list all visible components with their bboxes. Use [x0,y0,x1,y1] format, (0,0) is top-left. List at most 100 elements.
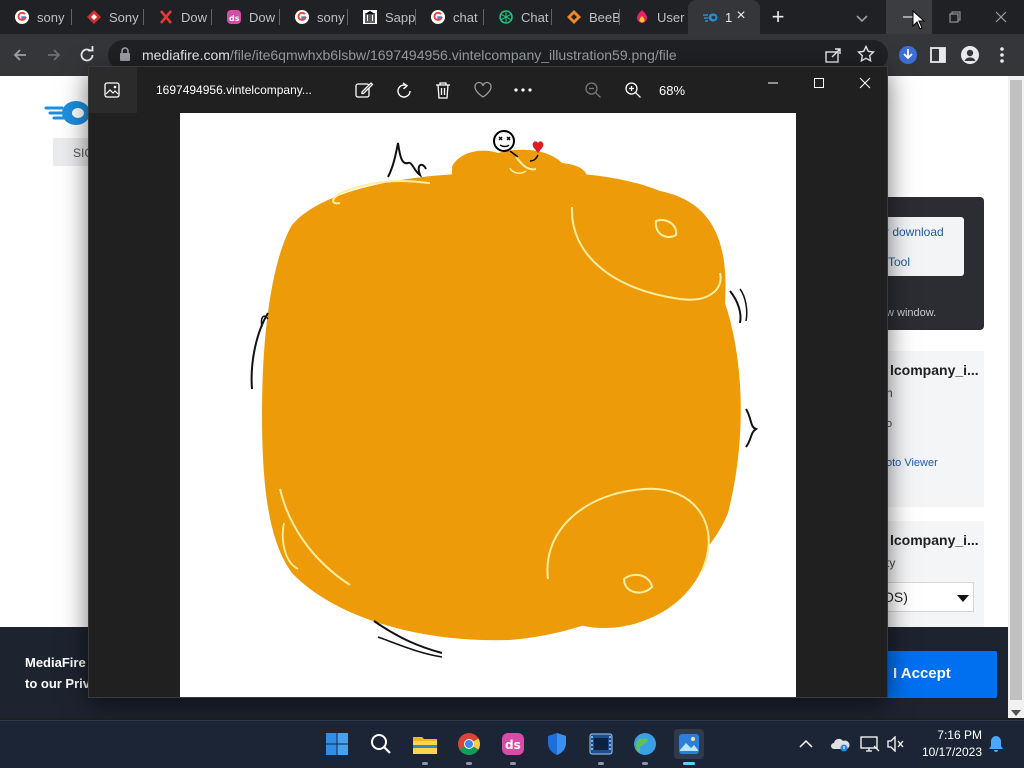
tab-google-chat[interactable]: chat [416,0,484,34]
show-hidden-icons-chevron-icon[interactable] [796,734,816,754]
zoom-level[interactable]: 68% [659,83,685,98]
close-tab-icon[interactable]: × [733,8,749,24]
dl-app-icon[interactable]: ds [498,729,528,765]
edit-image-icon[interactable] [353,79,375,101]
tab-label: Dow [249,9,276,25]
clock-date[interactable]: 10/17/2023 [916,745,982,759]
page-scrollbar[interactable] [1008,76,1024,718]
speaker-muted-icon[interactable] [886,734,906,754]
restore-button[interactable] [932,0,978,34]
sony-bookmark-icon [86,9,102,25]
tab-download-1[interactable]: Dow [144,0,212,34]
dl-site-icon: ds [226,9,242,25]
mediafire-logo[interactable] [44,98,92,131]
video-editor-icon[interactable] [586,729,616,765]
tab-sony[interactable]: Sony [72,0,144,34]
tab-label: Chat [521,9,549,25]
download-extension-icon[interactable] [896,43,920,67]
start-icon[interactable] [322,729,352,759]
notification-bell-icon[interactable] [986,734,1006,754]
back-button[interactable] [8,43,32,67]
tab-mediafire-active[interactable]: 1 [688,0,760,34]
weather-app-icon[interactable] [630,729,660,765]
tab-google-sony-2[interactable]: sony [280,0,348,34]
tab-label: BeeB [589,9,620,25]
delete-icon[interactable] [432,79,454,101]
chrome-menu-icon[interactable] [990,43,1014,67]
tab-label: 1 [725,9,733,25]
tab-label: sony [317,9,345,25]
google-icon [294,9,310,25]
tab-chatgpt[interactable]: Chat [484,0,552,34]
orange-blob-illustration [250,130,759,658]
tab-label: Dow [181,9,208,25]
chrome-icon[interactable] [454,729,484,765]
forward-button[interactable] [42,43,66,67]
tab-label: User [657,9,685,25]
google-icon [430,9,446,25]
tab-user[interactable]: User [620,0,688,34]
tab-label: sony [37,9,65,25]
close-window-button[interactable] [978,0,1024,34]
viewer-close-button[interactable] [854,75,876,91]
reload-button[interactable] [75,43,99,67]
cookie-text-line1: MediaFire u [25,655,98,670]
mediafire-icon [702,9,718,25]
viewer-sidebar-toggle[interactable] [89,67,137,113]
bookmark-star-icon[interactable] [856,44,876,68]
url-text: mediafire.com/file/ite6qmwhxb6lsbw/16974… [142,47,677,63]
lock-icon [119,47,131,67]
beebom-icon [566,9,582,25]
image-gallery-icon [103,81,121,104]
viewer-file-title: 1697494956.vintelcompany... [156,83,312,97]
sign-in-button[interactable]: SIG [53,138,94,166]
new-tab-button[interactable]: + [766,4,790,30]
file-explorer-icon[interactable] [410,729,440,765]
display-icon[interactable] [860,734,880,754]
scrollbar-thumb[interactable] [1010,80,1022,700]
viewer-maximize-button[interactable] [808,75,830,91]
svg-text:ds: ds [505,738,521,752]
accept-cookies-button[interactable]: I Accept [880,651,997,698]
tab-label: Sapp [385,9,416,25]
tool-link[interactable]: Tool [888,255,910,269]
zoom-in-icon[interactable] [622,79,644,101]
search-icon[interactable] [366,729,396,759]
zoom-out-icon[interactable] [582,79,604,101]
desktop-screen: sony Sony Dow ds Dow sony Sapp chat Chat… [0,0,1024,768]
google-icon [14,9,30,25]
photo-viewer-link[interactable]: oto Viewer [886,457,938,469]
onedrive-icon[interactable] [830,734,850,754]
url-host: mediafire.com [142,47,230,63]
photos-icon[interactable] [674,729,704,765]
tab-beebom[interactable]: BeeB [552,0,620,34]
favorite-heart-icon[interactable] [472,79,494,101]
new-window-note: w window. [886,307,937,319]
file-card-1-title[interactable]: lcompany_i... [890,362,979,378]
download-link[interactable]: r download [885,225,944,239]
tab-label: chat [453,9,478,25]
svg-text:ds: ds [229,14,240,23]
url-path: /file/ite6qmwhxb6lsbw/1697494956.vintelc… [229,47,677,63]
rotate-icon[interactable] [393,79,415,101]
viewer-minimize-button[interactable] [762,75,784,91]
museum-icon [362,9,378,25]
more-options-icon[interactable] [512,79,534,101]
chevron-down-icon[interactable] [957,595,969,602]
cookie-text-line2: to our Priva [25,676,98,691]
scroll-down-arrow-icon[interactable] [1011,710,1021,716]
x-icon [158,9,174,25]
tab-google-sony-1[interactable]: sony [0,0,72,34]
profile-icon[interactable] [958,43,982,67]
tab-label: Sony [109,9,139,25]
clock-time[interactable]: 7:16 PM [930,728,982,742]
chatgpt-icon [498,9,514,25]
displayed-image [180,113,796,697]
tab-sapp[interactable]: Sapp [348,0,416,34]
side-panel-icon[interactable] [926,43,950,67]
tab-search-chevron-icon[interactable] [852,8,872,28]
tab-download-2[interactable]: ds Dow [212,0,280,34]
security-icon[interactable] [542,729,572,759]
user-site-icon [634,9,650,25]
file-card-2-title[interactable]: lcompany_i... [890,532,979,548]
